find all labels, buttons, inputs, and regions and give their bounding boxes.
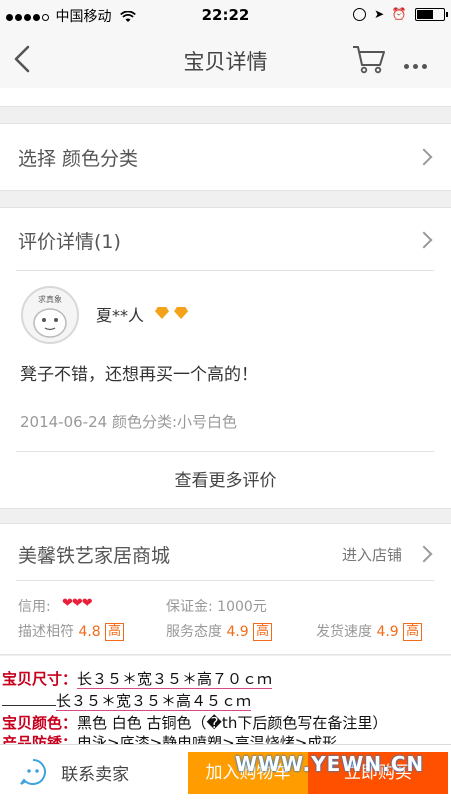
size-value-1: 长３５＊宽３５＊高７０ｃｍ — [77, 670, 273, 689]
rating-service: 服务态度 4.9 高 — [166, 621, 273, 641]
diamond-icon — [155, 307, 169, 319]
option-label: 选择 颜色分类 — [18, 148, 139, 170]
avatar: 求真象 — [21, 286, 79, 344]
nav-bar: 宝贝详情 — [0, 30, 451, 89]
reviewer-name: 夏**人 — [96, 306, 145, 325]
divider — [16, 451, 434, 452]
watermark: WWW.YEWN.CN — [235, 752, 425, 776]
color-key: 宝贝颜色： — [2, 714, 78, 732]
color-value: 黑色 白色 古铜色（�th下后颜色写在备注里） — [77, 714, 388, 732]
chevron-right-icon — [415, 148, 433, 166]
rating-label: 发货速度 — [316, 624, 372, 640]
option-select-row[interactable]: 选择 颜色分类 — [0, 123, 451, 191]
shop-name: 美馨铁艺家居商城 — [18, 545, 171, 567]
rust-value: 电泳>底漆>静电喷塑>高温烧烤>成形 — [77, 734, 338, 744]
size-key: 宝贝尺寸： — [2, 670, 78, 688]
size-value-2: 长３５＊宽３５＊高４５ｃｍ — [56, 692, 252, 711]
battery-icon — [415, 7, 448, 21]
top-strip — [0, 88, 451, 107]
chat-bubble-icon — [20, 759, 46, 785]
location-icon: ➤ — [374, 7, 385, 21]
rating-score: 4.9 — [226, 624, 249, 640]
alarm-icon: ⏰ — [391, 7, 407, 21]
rating-tag: 高 — [105, 623, 125, 641]
rust-key: 产品防锈： — [2, 734, 78, 744]
rating-score: 4.9 — [376, 624, 399, 640]
level-badge — [155, 304, 189, 323]
divider — [16, 270, 434, 271]
rating-shipping: 发货速度 4.9 高 — [316, 621, 423, 641]
credit-hearts-icon: ❤❤❤ — [62, 596, 93, 611]
chevron-right-icon[interactable] — [415, 545, 433, 563]
rating-tag: 高 — [253, 623, 273, 641]
rating-label: 描述相符 — [18, 624, 74, 640]
face-icon — [33, 308, 67, 338]
status-bar: 中国移动 22:22 ➤ ⏰ — [0, 0, 451, 30]
cart-icon[interactable] — [352, 43, 386, 75]
chevron-right-icon[interactable] — [415, 231, 433, 249]
more-reviews-link[interactable]: 查看更多评价 — [0, 466, 451, 491]
rating-label: 服务态度 — [166, 624, 222, 640]
diamond-icon — [174, 307, 189, 319]
enter-shop-link[interactable]: 进入店铺 — [342, 544, 402, 565]
indent-line — [2, 693, 56, 706]
more-icon[interactable] — [404, 54, 434, 69]
review-date: 2014-06-24 — [20, 413, 108, 431]
rating-description: 描述相符 4.8 高 — [18, 621, 125, 641]
deposit-info: 保证金: 1000元 — [166, 599, 267, 615]
status-icons: ➤ ⏰ — [352, 6, 448, 22]
review-variant: 颜色分类:小号白色 — [111, 413, 238, 431]
product-description: 宝贝尺寸：长３５＊宽３５＊高７０ｃｍ 长３５＊宽３５＊高４５ｃｍ 宝贝颜色：黑色… — [0, 656, 451, 744]
rating-tag: 高 — [403, 623, 423, 641]
reviews-header[interactable]: 评价详情(1) — [18, 227, 121, 254]
rating-score: 4.8 — [78, 624, 101, 640]
shop-card: 美馨铁艺家居商城 进入店铺 信用: ❤❤❤ 保证金: 1000元 描述相符 4.… — [0, 523, 451, 655]
contact-seller-button[interactable]: 联系卖家 — [18, 757, 129, 787]
rotation-lock-icon — [352, 7, 366, 21]
credit-label: 信用: — [18, 599, 51, 615]
review-comment: 凳子不错，还想再买一个高的！ — [20, 365, 258, 385]
divider — [16, 580, 434, 581]
reviews-card: 评价详情(1) 求真象 夏**人 凳子不错，还想再买一个高的！ 2014-06-… — [0, 207, 451, 509]
contact-seller-label: 联系卖家 — [61, 764, 130, 785]
